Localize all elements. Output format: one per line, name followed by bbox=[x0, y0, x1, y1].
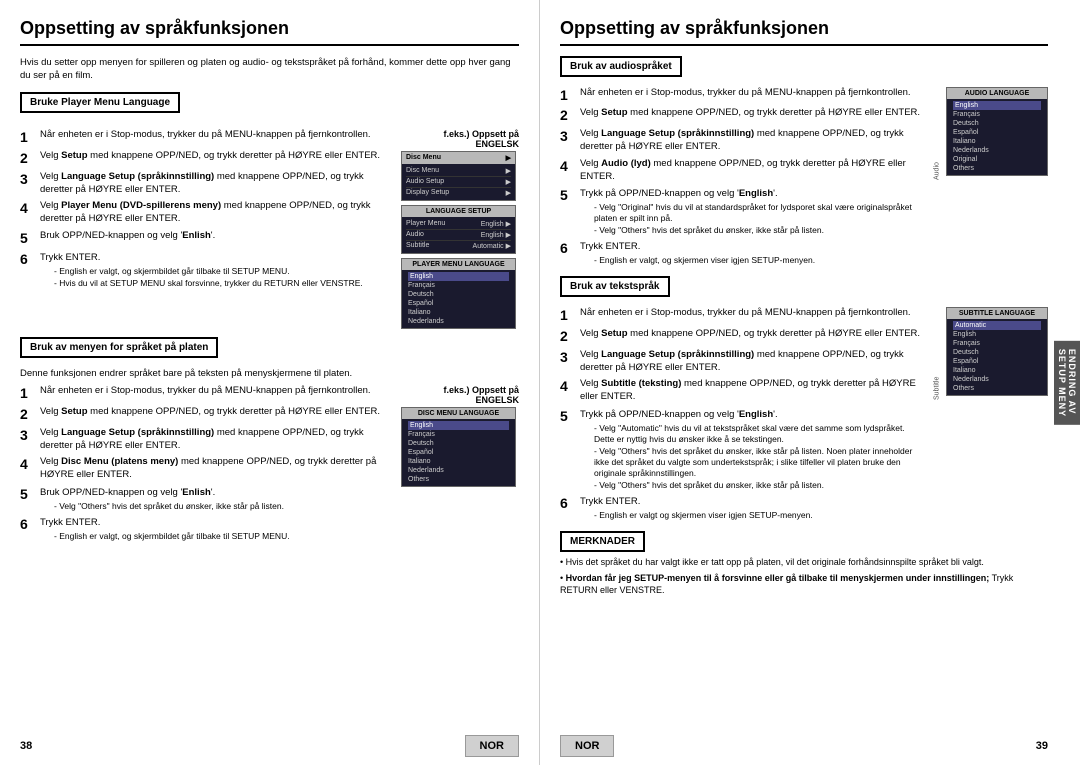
left-nor-badge: NOR bbox=[465, 735, 519, 757]
right-page: Oppsetting av språkfunksjonen Bruk av au… bbox=[540, 0, 1080, 765]
left-page-title: Oppsetting av språkfunksjonen bbox=[20, 18, 519, 46]
r2-step6: 6 Trykk ENTER. - English er valgt og skj… bbox=[560, 495, 924, 521]
r2-step3: 3 Velg Language Setup (språkinnstilling)… bbox=[560, 349, 924, 375]
s1-step6: 6 Trykk ENTER. - English er valgt, og sk… bbox=[20, 251, 395, 289]
s2-step2: 2 Velg Setup med knappene OPP/NED, og tr… bbox=[20, 406, 395, 423]
s2-step3: 3 Velg Language Setup (språkinnstilling)… bbox=[20, 427, 395, 453]
s1-screen3: PLAYER MENU LANGUAGE English Français De… bbox=[401, 258, 516, 329]
r-section2-screen: Subtitle SUBTITLE LANGUAGE Automatic Eng… bbox=[930, 307, 1048, 525]
section2-intro: Denne funksjonen endrer språket bare på … bbox=[20, 368, 519, 379]
s2-step1: 1 Når enheten er i Stop-modus, trykker d… bbox=[20, 385, 395, 402]
sidebar-vertical-label: ENDRING AV SETUP MENY bbox=[1054, 340, 1080, 424]
s1-step1: 1 Når enheten er i Stop-modus, trykker d… bbox=[20, 129, 395, 146]
s2-screen1: DISC MENU LANGUAGE English Français Deut… bbox=[401, 407, 516, 487]
right-footer: NOR 39 bbox=[560, 735, 1048, 757]
section1-label: Bruke Player Menu Language bbox=[20, 92, 180, 113]
left-page-number: 38 bbox=[20, 740, 32, 752]
section2-label: Bruk av menyen for språket på platen bbox=[20, 337, 218, 358]
r2-step2: 2 Velg Setup med knappene OPP/NED, og tr… bbox=[560, 328, 924, 345]
section1-header: Bruke Player Menu Language bbox=[20, 92, 519, 119]
r1-step3: 3 Velg Language Setup (språkinnstilling)… bbox=[560, 128, 924, 154]
left-page: Oppsetting av språkfunksjonen Hvis du se… bbox=[0, 0, 540, 765]
merknader-content: • Hvis det språket du har valgt ikke er … bbox=[560, 556, 1048, 597]
s1-screen1: Disc Menu ▶ Disc Menu▶ Audio Setup▶ Disp… bbox=[401, 151, 516, 201]
subtitle-lang-screen: SUBTITLE LANGUAGE Automatic English Fran… bbox=[946, 307, 1048, 396]
r-section2-label: Bruk av tekstspråk bbox=[560, 276, 670, 297]
s2-step5: 5 Bruk OPP/NED-knappen og velg 'Enlish'.… bbox=[20, 486, 395, 512]
s2-step6: 6 Trykk ENTER. - English er valgt, og sk… bbox=[20, 516, 395, 542]
left-footer: 38 NOR bbox=[20, 735, 519, 757]
merknader-section: MERKNADER • Hvis det språket du har valg… bbox=[560, 531, 1048, 597]
r-section1-label: Bruk av audiospråket bbox=[560, 56, 682, 77]
section1-steps-left: 1 Når enheten er i Stop-modus, trykker d… bbox=[20, 129, 395, 333]
s2-feks: f.eks.) Oppsett på ENGELSK bbox=[401, 385, 519, 405]
subtitle-label: Subtitle bbox=[930, 307, 944, 400]
r-section1-steps: 1 Når enheten er i Stop-modus, trykker d… bbox=[560, 87, 924, 271]
r-section1-screen: Audio AUDIO LANGUAGE English Français De… bbox=[930, 87, 1048, 271]
section2-screens: f.eks.) Oppsett på ENGELSK DISC MENU LAN… bbox=[401, 385, 519, 546]
section1-screens: f.eks.) Oppsett på ENGELSK Disc Menu ▶ D… bbox=[401, 129, 519, 333]
s2-step4: 4 Velg Disc Menu (platens meny) med knap… bbox=[20, 456, 395, 482]
r1-step2: 2 Velg Setup med knappene OPP/NED, og tr… bbox=[560, 107, 924, 124]
merknader-label: MERKNADER bbox=[560, 531, 645, 552]
s1-screen2: LANGUAGE SETUP Player MenuEnglish ▶ Audi… bbox=[401, 205, 516, 254]
left-intro: Hvis du setter opp menyen for spilleren … bbox=[20, 56, 519, 83]
right-page-number: 39 bbox=[1036, 740, 1048, 752]
r2-step4: 4 Velg Subtitle (teksting) med knappene … bbox=[560, 378, 924, 404]
section2-header: Bruk av menyen for språket på platen bbox=[20, 337, 519, 364]
s1-step3: 3 Velg Language Setup (språkinnstilling)… bbox=[20, 171, 395, 197]
r1-step4: 4 Velg Audio (lyd) med knappene OPP/NED,… bbox=[560, 158, 924, 184]
r-section1-header: Bruk av audiospråket bbox=[560, 56, 1048, 83]
r-section2-header: Bruk av tekstspråk bbox=[560, 276, 1048, 303]
audio-lang-screen: AUDIO LANGUAGE English Français Deutsch … bbox=[946, 87, 1048, 176]
r1-step6: 6 Trykk ENTER. - English er valgt, og sk… bbox=[560, 240, 924, 266]
s1-feks: f.eks.) Oppsett på ENGELSK bbox=[401, 129, 519, 149]
s1-step5: 5 Bruk OPP/NED-knappen og velg 'Enlish'. bbox=[20, 230, 395, 247]
r2-step5: 5 Trykk på OPP/NED-knappen og velg 'Engl… bbox=[560, 408, 924, 491]
s1-step2: 2 Velg Setup med knappene OPP/NED, og tr… bbox=[20, 150, 395, 167]
r2-step1: 1 Når enheten er i Stop-modus, trykker d… bbox=[560, 307, 924, 324]
right-nor-badge: NOR bbox=[560, 735, 614, 757]
r1-step1: 1 Når enheten er i Stop-modus, trykker d… bbox=[560, 87, 924, 104]
section2-steps-left: 1 Når enheten er i Stop-modus, trykker d… bbox=[20, 385, 395, 546]
r1-step5: 5 Trykk på OPP/NED-knappen og velg 'Engl… bbox=[560, 187, 924, 236]
r-section2-steps: 1 Når enheten er i Stop-modus, trykker d… bbox=[560, 307, 924, 525]
s1-step4: 4 Velg Player Menu (DVD-spillerens meny)… bbox=[20, 200, 395, 226]
right-page-title: Oppsetting av språkfunksjonen bbox=[560, 18, 1048, 46]
audio-label: Audio bbox=[930, 87, 944, 180]
